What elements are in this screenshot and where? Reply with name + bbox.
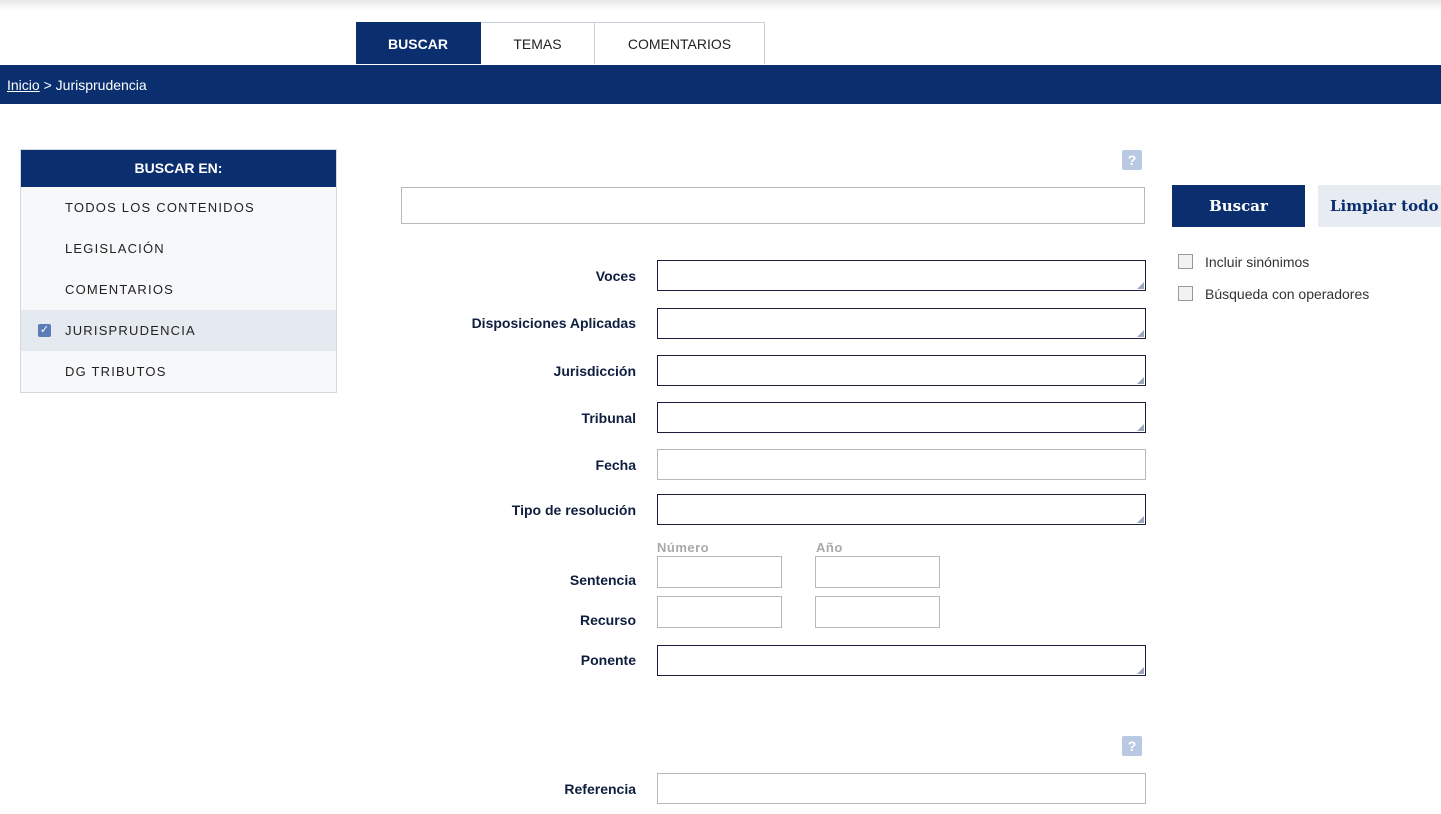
tribunal-field[interactable] — [657, 402, 1146, 433]
checkbox-icon[interactable] — [1178, 286, 1193, 301]
label-ponente: Ponente — [580, 652, 636, 668]
checkbox-icon[interactable] — [1178, 254, 1193, 269]
sentencia-anio-field[interactable] — [815, 556, 940, 588]
label-jurisdiccion: Jurisdicción — [553, 363, 636, 379]
label-voces: Voces — [595, 268, 636, 284]
label-disposiciones: Disposiciones Aplicadas — [471, 315, 636, 331]
option-label: Búsqueda con operadores — [1205, 286, 1370, 302]
top-shadow — [0, 0, 1441, 10]
breadcrumb-current: Jurisprudencia — [55, 77, 147, 93]
resize-grip-icon — [1137, 424, 1144, 431]
option-sinonimos[interactable]: Incluir sinónimos — [1178, 254, 1309, 270]
breadcrumb-separator: > — [39, 77, 56, 93]
breadcrumb-home-link[interactable]: Inicio — [7, 77, 40, 93]
label-referencia: Referencia — [564, 781, 636, 797]
main-tabs: BUSCAR TEMAS COMENTARIOS — [356, 22, 765, 65]
sidebar-item-comentarios[interactable]: COMENTARIOS — [21, 269, 336, 310]
breadcrumb: Inicio > Jurisprudencia — [7, 77, 147, 93]
disposiciones-field[interactable] — [657, 308, 1146, 339]
label-tipo-resolucion: Tipo de resolución — [511, 502, 636, 518]
sidebar-title: BUSCAR EN: — [21, 150, 336, 187]
sidebar-item-todos[interactable]: TODOS LOS CONTENIDOS — [21, 187, 336, 228]
tab-buscar[interactable]: BUSCAR — [356, 22, 481, 64]
search-scope-sidebar: BUSCAR EN: TODOS LOS CONTENIDOS LEGISLAC… — [20, 149, 337, 393]
tipo-resolucion-field[interactable] — [657, 494, 1146, 525]
breadcrumb-bar: Inicio > Jurisprudencia — [0, 65, 1441, 104]
numero-label: Número — [657, 540, 710, 555]
recurso-numero-field[interactable] — [657, 596, 782, 628]
resize-grip-icon — [1137, 667, 1144, 674]
tab-comentarios[interactable]: COMENTARIOS — [595, 22, 765, 64]
help-icon[interactable]: ? — [1122, 150, 1142, 170]
sidebar-item-dg-tributos[interactable]: DG TRIBUTOS — [21, 351, 336, 392]
label-recurso: Recurso — [579, 612, 636, 628]
sidebar-item-label: TODOS LOS CONTENIDOS — [65, 200, 255, 215]
tab-temas[interactable]: TEMAS — [481, 22, 595, 64]
label-fecha: Fecha — [595, 457, 636, 473]
option-label: Incluir sinónimos — [1205, 254, 1310, 270]
ponente-field[interactable] — [657, 645, 1146, 676]
search-button[interactable]: Buscar — [1172, 185, 1305, 227]
jurisdiccion-field[interactable] — [657, 355, 1146, 386]
checkbox-checked-icon[interactable]: ✓ — [38, 324, 51, 337]
sidebar-item-legislacion[interactable]: LEGISLACIÓN — [21, 228, 336, 269]
sidebar-item-label: DG TRIBUTOS — [65, 364, 167, 379]
help-icon[interactable]: ? — [1122, 736, 1142, 756]
sidebar-item-label: JURISPRUDENCIA — [65, 323, 196, 338]
sidebar-item-jurisprudencia[interactable]: ✓ JURISPRUDENCIA — [21, 310, 336, 351]
option-operadores[interactable]: Búsqueda con operadores — [1178, 286, 1369, 302]
anio-label: Año — [816, 540, 843, 555]
resize-grip-icon — [1137, 282, 1144, 289]
search-input[interactable] — [401, 187, 1145, 224]
fecha-field[interactable] — [657, 449, 1146, 480]
referencia-field[interactable] — [657, 773, 1146, 804]
sentencia-numero-field[interactable] — [657, 556, 782, 588]
label-sentencia: Sentencia — [569, 572, 636, 588]
voces-field[interactable] — [657, 260, 1146, 291]
label-tribunal: Tribunal — [581, 410, 636, 426]
resize-grip-icon — [1137, 516, 1144, 523]
sidebar-item-label: LEGISLACIÓN — [65, 241, 165, 256]
recurso-anio-field[interactable] — [815, 596, 940, 628]
sidebar-item-label: COMENTARIOS — [65, 282, 175, 297]
resize-grip-icon — [1137, 377, 1144, 384]
resize-grip-icon — [1137, 330, 1144, 337]
clear-all-button[interactable]: Limpiar todo — [1318, 185, 1441, 227]
